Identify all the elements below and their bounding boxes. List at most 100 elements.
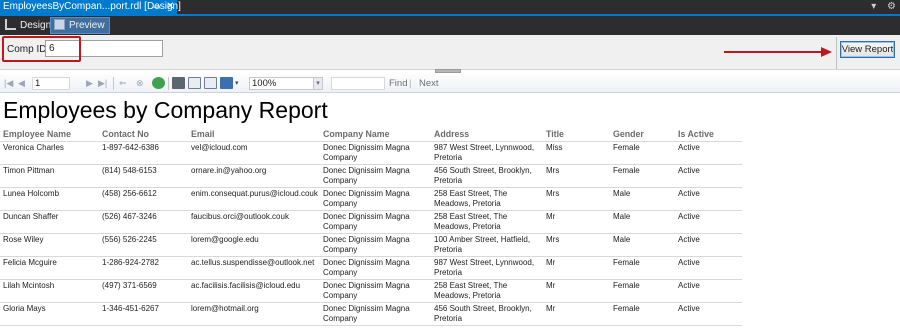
export-dropdown-icon[interactable]: ▾: [235, 77, 239, 90]
column-header: Is Active: [678, 128, 714, 139]
address-cell: 456 South Street, Brooklyn, Pretoria: [431, 301, 543, 326]
page-setup-icon[interactable]: [204, 77, 217, 89]
contact-no-cell: (814) 548-6153: [99, 163, 188, 187]
address-cell: 100 Amber Street, Hatfield, Pretoria: [431, 232, 543, 256]
zoom-select[interactable]: 100% ▾: [249, 77, 323, 90]
company-name-cell: Donec Dignissim Magna Company: [320, 255, 431, 279]
design-tab[interactable]: Design: [2, 17, 55, 34]
next-link[interactable]: Next: [419, 77, 439, 90]
previous-page-icon[interactable]: ◀: [18, 77, 25, 90]
table-row: Felicia Mcguire 1-286-924-2782 ac.tellus…: [0, 255, 742, 279]
contact-no-cell: 1-286-924-2782: [99, 255, 188, 279]
first-page-icon[interactable]: |◀: [4, 77, 13, 90]
contact-no-cell: (526) 467-3246: [99, 209, 188, 233]
table-row: Veronica Charles 1-897-642-6386 vel@iclo…: [0, 140, 742, 164]
is-active-cell: Active: [675, 301, 742, 326]
toolbar-separator: [113, 77, 114, 90]
address-cell: 258 East Street, The Meadows, Pretoria: [431, 278, 543, 302]
email-cell: vel@icloud.com: [188, 140, 320, 164]
chevron-down-icon[interactable]: ▾: [871, 1, 876, 12]
page-number-input[interactable]: [32, 77, 70, 90]
address-cell: 258 East Street, The Meadows, Pretoria: [431, 186, 543, 210]
column-header: Employee Name: [3, 128, 71, 139]
back-icon[interactable]: ⇐: [119, 77, 127, 90]
table-row: Rose Wiley (556) 526-2245 lorem@google.e…: [0, 232, 742, 256]
employees-table: Employee Name Contact No Email Company N…: [0, 127, 742, 326]
close-icon[interactable]: ✕: [166, 0, 174, 14]
column-header: Address: [434, 128, 470, 139]
company-name-cell: Donec Dignissim Magna Company: [320, 209, 431, 233]
refresh-icon[interactable]: [152, 77, 165, 89]
employee-name-cell: Felicia Mcguire: [0, 255, 99, 279]
title-cell: Mrs: [543, 186, 610, 210]
gear-icon[interactable]: ⚙: [887, 1, 896, 12]
email-cell: faucibus.orci@outlook.couk: [188, 209, 320, 233]
title-cell: Mr: [543, 255, 610, 279]
is-active-cell: Active: [675, 186, 742, 210]
annotation-arrow-line: [724, 51, 824, 53]
find-link[interactable]: Find: [389, 77, 407, 90]
gender-cell: Female: [610, 278, 675, 302]
report-toolbar: |◀ ◀ ▶ ▶| ⇐ ⊗ ▾ 100% ▾ Find | Next: [0, 74, 900, 93]
mode-bar: Design Preview: [0, 16, 900, 35]
document-tab[interactable]: EmployeesByCompan...port.rdl [Design] ⊸ …: [0, 0, 181, 14]
column-header: Gender: [613, 128, 644, 139]
is-active-cell: Active: [675, 278, 742, 302]
company-name-cell: Donec Dignissim Magna Company: [320, 232, 431, 256]
strip-controls: ▾ ⚙: [863, 0, 896, 14]
zoom-value: 100%: [252, 78, 277, 89]
table-row: Lilah Mcintosh (497) 371-6569 ac.facilis…: [0, 278, 742, 302]
gender-cell: Female: [610, 301, 675, 326]
company-name-cell: Donec Dignissim Magna Company: [320, 301, 431, 326]
print-layout-icon[interactable]: [188, 77, 201, 89]
gender-cell: Male: [610, 186, 675, 210]
design-tab-label: Design: [20, 20, 52, 31]
export-icon[interactable]: [220, 77, 233, 89]
table-row: Gloria Mays 1-346-451-6267 lorem@hotmail…: [0, 301, 742, 326]
preview-tab-label: Preview: [69, 20, 105, 31]
title-cell: Miss: [543, 140, 610, 164]
gender-cell: Female: [610, 163, 675, 187]
contact-no-cell: (497) 371-6569: [99, 278, 188, 302]
is-active-cell: Active: [675, 209, 742, 233]
find-input[interactable]: [331, 77, 385, 90]
title-cell: Mr: [543, 278, 610, 302]
gender-cell: Female: [610, 140, 675, 164]
view-report-button[interactable]: View Report: [840, 41, 895, 58]
email-cell: lorem@google.edu: [188, 232, 320, 256]
employee-name-cell: Lunea Holcomb: [0, 186, 99, 210]
stop-icon[interactable]: ⊗: [136, 77, 144, 90]
address-cell: 987 West Street, Lynnwood, Pretoria: [431, 255, 543, 279]
table-header-row: Employee Name Contact No Email Company N…: [0, 127, 742, 141]
annotation-highlight-box: [2, 36, 81, 62]
table-row: Timon Pittman (814) 548-6153 ornare.in@y…: [0, 163, 742, 187]
zoom-dropdown-icon[interactable]: ▾: [313, 78, 322, 89]
is-active-cell: Active: [675, 163, 742, 187]
is-active-cell: Active: [675, 232, 742, 256]
company-name-cell: Donec Dignissim Magna Company: [320, 278, 431, 302]
gender-cell: Male: [610, 232, 675, 256]
table-row: Duncan Shaffer (526) 467-3246 faucibus.o…: [0, 209, 742, 233]
email-cell: ac.facilisis.facilisis@icloud.edu: [188, 278, 320, 302]
email-cell: enim.consequat.purus@icloud.couk: [188, 186, 320, 210]
employee-name-cell: Timon Pittman: [0, 163, 99, 187]
contact-no-cell: 1-897-642-6386: [99, 140, 188, 164]
preview-tab[interactable]: Preview: [50, 17, 110, 34]
pin-icon[interactable]: ⊸: [153, 0, 161, 14]
title-cell: Mrs: [543, 232, 610, 256]
contact-no-cell: (458) 256-6612: [99, 186, 188, 210]
email-cell: ac.tellus.suspendisse@outlook.net: [188, 255, 320, 279]
column-header: Company Name: [323, 128, 390, 139]
employee-name-cell: Rose Wiley: [0, 232, 99, 256]
address-cell: 258 East Street, The Meadows, Pretoria: [431, 209, 543, 233]
column-header: Email: [191, 128, 215, 139]
column-header: Contact No: [102, 128, 149, 139]
next-page-icon[interactable]: ▶: [86, 77, 93, 90]
employee-name-cell: Lilah Mcintosh: [0, 278, 99, 302]
print-icon[interactable]: [172, 77, 185, 89]
last-page-icon[interactable]: ▶|: [98, 77, 107, 90]
employee-name-cell: Duncan Shaffer: [0, 209, 99, 233]
parameter-splitter-grip[interactable]: [435, 69, 461, 73]
preview-icon: [54, 19, 65, 30]
column-header: Title: [546, 128, 564, 139]
